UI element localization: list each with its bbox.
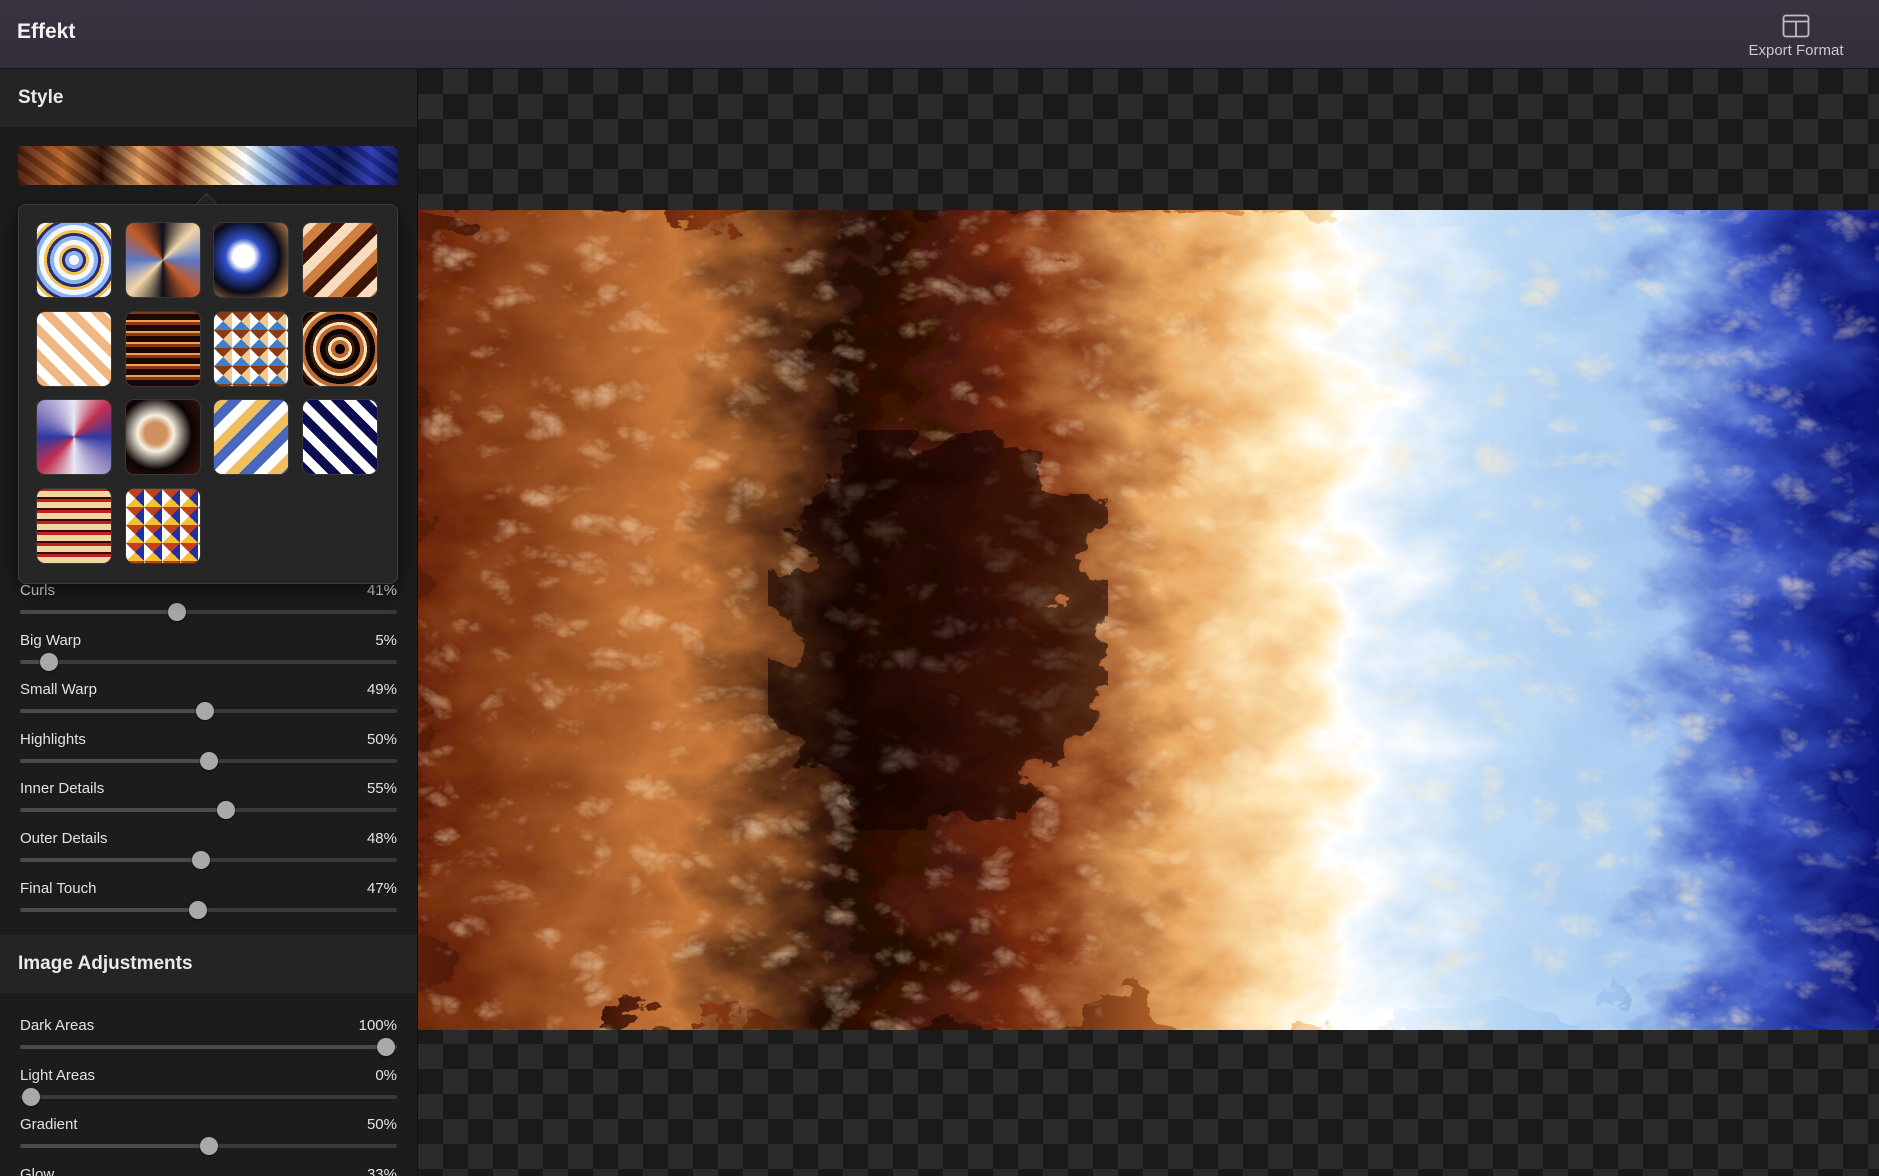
slider-value: 100% — [358, 1017, 397, 1034]
preset-red-splash[interactable] — [37, 488, 111, 563]
slider-label: Glow — [20, 1165, 55, 1176]
preset-dark-fire[interactable] — [125, 311, 200, 386]
slider-label: Small Warp — [20, 681, 97, 699]
preset-pebbles[interactable] — [214, 400, 288, 474]
slider-label: Dark Areas — [20, 1017, 95, 1034]
slider-big-warp: Big Warp 5% — [20, 624, 397, 674]
slider-value: 47% — [366, 879, 397, 897]
slider-thumb[interactable] — [199, 751, 218, 770]
slider-thumb[interactable] — [22, 1087, 41, 1106]
slider-label: Final Touch — [20, 879, 97, 897]
slider-track[interactable] — [20, 900, 397, 919]
export-format-label: Export Format — [1748, 42, 1844, 59]
slider-value: 48% — [366, 829, 397, 847]
slider-fill — [20, 1045, 397, 1049]
preset-portrait[interactable] — [37, 311, 111, 386]
slider-small-warp: Small Warp 49% — [20, 673, 397, 723]
slider-label: Inner Details — [20, 780, 105, 798]
layout-icon — [1782, 14, 1810, 38]
sidebar: Style Curls 41% Big Warp 5% Small Warp 49% Hig… — [0, 69, 418, 1176]
slider-highlights: Highlights 50% — [20, 723, 397, 773]
slider-value: 41% — [366, 582, 397, 599]
slider-value: 50% — [366, 730, 397, 748]
style-section-title: Style — [18, 87, 64, 108]
preset-glitch[interactable] — [302, 400, 377, 474]
image-adjustments-header: Image Adjustments — [0, 935, 417, 993]
slider-thumb[interactable] — [188, 900, 207, 919]
slider-light-areas: Light Areas 0% — [20, 1059, 397, 1109]
preset-stripes[interactable] — [125, 400, 200, 474]
slider-fill — [20, 1144, 209, 1149]
slider-value: 55% — [366, 780, 397, 798]
slider-thumb[interactable] — [199, 1137, 218, 1156]
slider-label: Highlights — [20, 730, 86, 748]
slider-track[interactable] — [20, 1038, 397, 1056]
export-format-button[interactable]: Export Format — [1731, 14, 1861, 64]
slider-dark-areas: Dark Areas 100% — [20, 1009, 397, 1059]
slider-fill — [20, 808, 228, 813]
slider-value: 33% — [366, 1165, 397, 1176]
slider-thumb[interactable] — [40, 652, 59, 671]
preset-checker[interactable] — [125, 488, 200, 563]
slider-fill — [20, 857, 201, 862]
image-adjustments-title: Image Adjustments — [18, 953, 193, 974]
preset-rings[interactable] — [37, 223, 111, 297]
slider-track[interactable] — [20, 1087, 397, 1106]
preset-kaleidoscope[interactable] — [125, 223, 200, 297]
slider-value: 50% — [366, 1116, 397, 1134]
preset-orange-swirl[interactable] — [214, 311, 288, 386]
slider-fill — [20, 709, 205, 714]
preset-blue-flow[interactable] — [214, 223, 288, 297]
style-sliders: Curls 41% Big Warp 5% Small Warp 49% Highlight… — [0, 574, 417, 921]
slider-value: 0% — [375, 1066, 397, 1084]
app-title: Effekt — [17, 20, 76, 43]
slider-track[interactable] — [20, 801, 397, 820]
slider-label: Curls — [20, 582, 56, 599]
slider-thumb[interactable] — [167, 603, 186, 621]
generated-artwork[interactable] — [418, 210, 1879, 1030]
slider-fill — [20, 610, 175, 614]
style-picker-strip[interactable] — [18, 146, 397, 185]
slider-fill — [20, 659, 39, 664]
slider-track[interactable] — [20, 603, 397, 621]
slider-label: Big Warp — [20, 631, 82, 649]
slider-thumb[interactable] — [217, 801, 236, 820]
preset-cubes[interactable] — [37, 400, 111, 474]
slider-track[interactable] — [20, 1137, 397, 1156]
slider-track[interactable] — [20, 652, 397, 671]
slider-fill — [20, 907, 198, 912]
slider-inner-details: Inner Details 55% — [20, 772, 397, 822]
slider-outer-details: Outer Details 48% — [20, 822, 397, 872]
slider-glow: Glow 33% — [20, 1158, 397, 1176]
slider-thumb[interactable] — [195, 702, 214, 721]
slider-thumb[interactable] — [376, 1038, 395, 1056]
slider-label: Outer Details — [20, 829, 108, 847]
slider-label: Light Areas — [20, 1066, 96, 1084]
slider-final-touch: Final Touch 47% — [20, 872, 397, 922]
slider-track[interactable] — [20, 751, 397, 770]
title-bar: Effekt Export Format — [0, 0, 1879, 69]
preset-ember[interactable] — [302, 223, 377, 297]
slider-label: Gradient — [20, 1116, 78, 1134]
slider-track[interactable] — [20, 850, 397, 869]
preset-diagonal-waves[interactable] — [302, 311, 377, 386]
image-adjustment-sliders: Dark Areas 100% Light Areas 0% Gradient 50% Gl… — [0, 1009, 417, 1176]
style-section-header: Style — [0, 69, 417, 127]
slider-value: 49% — [366, 681, 397, 699]
slider-thumb[interactable] — [192, 850, 211, 869]
slider-gradient: Gradient 50% — [20, 1108, 397, 1158]
canvas-area — [418, 69, 1879, 1176]
slider-value: 5% — [375, 631, 397, 649]
style-preset-popover — [18, 204, 398, 584]
slider-fill — [20, 758, 209, 763]
slider-track[interactable] — [20, 702, 397, 721]
